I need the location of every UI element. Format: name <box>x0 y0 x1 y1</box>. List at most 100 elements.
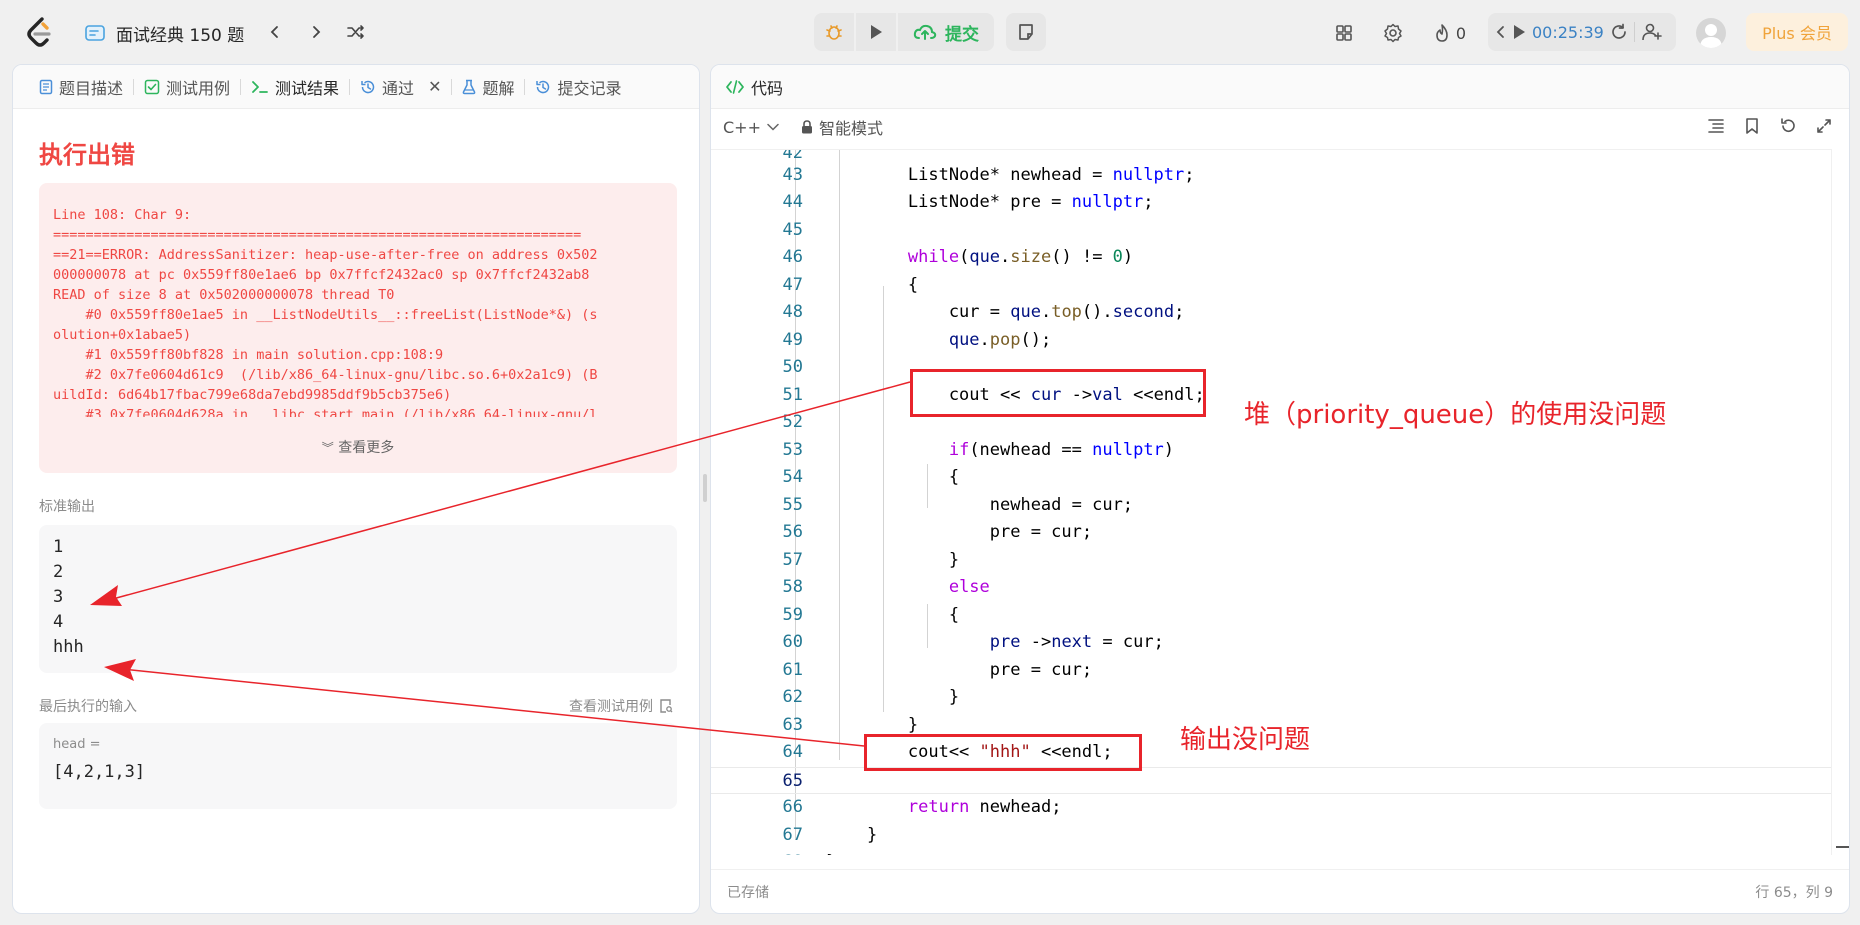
code-line: 58 else <box>782 577 990 597</box>
align-left-icon <box>1708 119 1724 133</box>
error-line: #0 0x559ff80e1ae5 in __ListNodeUtils__::… <box>53 307 598 323</box>
flask-icon <box>463 79 476 94</box>
editor-scrollbar[interactable] <box>1831 149 1849 855</box>
tab-testcases[interactable]: 测试用例 <box>134 65 240 109</box>
stdout-line: 1 <box>53 537 64 557</box>
code-line: 67 } <box>782 825 878 845</box>
debug-button[interactable] <box>814 13 854 51</box>
panel-resize-handle[interactable] <box>703 474 707 502</box>
code-line: 66 return newhead; <box>782 797 1062 817</box>
expand-icon <box>1817 119 1831 133</box>
stdout-box: 1 2 3 4 hhh <box>39 525 677 673</box>
avatar[interactable] <box>1696 18 1726 48</box>
checkbox-icon <box>144 79 160 94</box>
timer-time: 00:25:39 <box>1532 22 1604 42</box>
prev-problem-button[interactable] <box>263 20 287 44</box>
stdout-line: 2 <box>53 562 64 582</box>
code-line: 47 { <box>782 275 919 295</box>
problem-list-title: 面试经典 150 题 <box>116 25 245 46</box>
code-line: 50 <box>782 357 803 377</box>
tab-accepted[interactable]: 通过 ✕ <box>350 65 451 109</box>
chevron-left-icon[interactable] <box>1496 25 1506 39</box>
doc-search-icon <box>660 699 673 713</box>
lock-icon <box>801 120 812 134</box>
reset-code-button[interactable] <box>1777 115 1799 137</box>
random-problem-button[interactable] <box>344 20 368 44</box>
code-line-current: 65 <box>711 767 1831 794</box>
notes-button[interactable] <box>1006 13 1046 51</box>
run-button[interactable] <box>856 13 896 51</box>
editor-toolbar: C++ 智能模式 <box>711 109 1849 145</box>
code-line: 55 newhead = cur; <box>782 495 1134 515</box>
history-icon <box>361 80 375 93</box>
save-status: 已存储 <box>727 884 769 901</box>
format-code-button[interactable] <box>1705 115 1727 137</box>
chevron-right-icon <box>313 26 321 38</box>
gear-icon <box>1384 23 1402 43</box>
add-user-icon[interactable] <box>1641 22 1663 42</box>
last-input-label: 最后执行的输入 <box>39 699 137 715</box>
tab-test-result[interactable]: 测试结果 <box>241 65 349 109</box>
error-line: #3 0x7fe0604d628a in __libc_start_main (… <box>53 407 598 417</box>
tab-submissions[interactable]: 提交记录 <box>525 65 631 109</box>
code-tab[interactable]: 代码 <box>711 65 1849 109</box>
error-line: Line 108: Char 9: <box>53 207 192 223</box>
code-line: 60 pre ->next = cur; <box>782 632 1164 652</box>
tab-accepted-label: 通过 <box>382 78 415 98</box>
tab-solutions[interactable]: 题解 <box>452 65 524 109</box>
stdout-line: hhh <box>53 637 84 657</box>
view-testcases-button[interactable]: 查看测试用例 <box>569 696 673 716</box>
tab-testcases-label: 测试用例 <box>166 78 231 98</box>
language-select[interactable]: C++ <box>723 118 779 137</box>
shuffle-icon <box>347 25 364 39</box>
view-testcases-label: 查看测试用例 <box>569 699 653 715</box>
settings-button[interactable] <box>1381 18 1405 48</box>
streak-count: 0 <box>1455 23 1467 43</box>
stdout-line: 4 <box>53 612 64 632</box>
tab-submissions-label: 提交记录 <box>557 78 622 98</box>
flame-icon <box>1436 24 1448 42</box>
error-line: #1 0x559ff80bf828 in main solution.cpp:1… <box>53 347 444 363</box>
next-problem-button[interactable] <box>304 20 328 44</box>
undo-icon <box>1781 118 1795 132</box>
history-icon <box>536 80 550 93</box>
leetcode-logo[interactable] <box>24 16 54 48</box>
close-icon[interactable]: ✕ <box>428 77 441 96</box>
play-icon[interactable] <box>1512 24 1526 40</box>
see-more-label: 查看更多 <box>338 440 395 456</box>
code-line: 56 pre = cur; <box>782 522 1093 542</box>
error-line: #2 0x7fe0604d61c9 (/lib/x86_64-linux-gnu… <box>53 367 598 383</box>
code-line: 45 <box>782 220 803 240</box>
result-status-title: 执行出错 <box>39 141 135 169</box>
annotation-note-heap: 堆（priority_queue）的使用没问题 <box>1244 400 1667 430</box>
error-line: 000000078 at pc 0x559ff80e1ae6 bp 0x7ffc… <box>53 267 590 283</box>
code-panel: 代码 C++ 智能模式 42 43 ListNode* newhead = nu… <box>710 64 1850 914</box>
layout-button[interactable] <box>1332 18 1356 48</box>
code-line: 62 } <box>782 687 960 707</box>
code-line: 43 ListNode* newhead = nullptr; <box>782 165 1195 185</box>
smart-mode-toggle[interactable]: 智能模式 <box>801 115 883 139</box>
annotation-note-output: 输出没问题 <box>1180 725 1311 755</box>
problem-list-button[interactable]: 面试经典 150 题 <box>84 18 244 48</box>
plus-membership-button[interactable]: Plus 会员 <box>1746 13 1848 51</box>
code-line: 48 cur = que.top().second; <box>782 302 1185 322</box>
see-more-button[interactable]: ︾ 查看更多 <box>39 437 677 457</box>
submit-button[interactable]: 提交 <box>898 13 994 51</box>
error-line: READ of size 8 at 0x502000000078 thread … <box>53 287 395 303</box>
cloud-upload-icon <box>913 24 937 40</box>
streak-counter[interactable]: 0 <box>1428 18 1472 48</box>
result-panel: 题目描述 测试用例 测试结果 通过 ✕ 题解 提交记录 执行出错 Line 10… <box>12 64 700 914</box>
last-input-box: head = [4,2,1,3] <box>39 723 677 809</box>
fullscreen-button[interactable] <box>1813 115 1835 137</box>
input-param-name: head = <box>53 737 101 752</box>
language-label: C++ <box>723 117 761 137</box>
reset-icon[interactable] <box>1610 23 1628 41</box>
code-brackets-icon <box>726 79 744 94</box>
chevron-left-icon <box>270 26 278 38</box>
bookmark-button[interactable] <box>1741 115 1763 137</box>
scrollbar-cursor-marker <box>1836 846 1849 848</box>
submit-label: 提交 <box>945 24 979 45</box>
left-tab-bar: 题目描述 测试用例 测试结果 通过 ✕ 题解 提交记录 <box>13 65 699 109</box>
code-line: 57 } <box>782 550 960 570</box>
tab-description[interactable]: 题目描述 <box>29 65 133 109</box>
